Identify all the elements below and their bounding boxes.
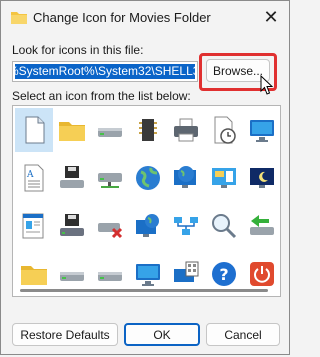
drive-icon xyxy=(60,272,84,281)
night-screen-icon xyxy=(250,168,274,188)
help-icon: ? xyxy=(212,262,236,286)
printer-icon xyxy=(174,118,198,142)
drive-error-icon xyxy=(98,223,123,239)
icon-option[interactable] xyxy=(53,204,91,248)
cancel-button[interactable]: Cancel xyxy=(206,323,280,346)
dialog-title: Change Icon for Movies Folder xyxy=(33,10,211,25)
svg-text:?: ? xyxy=(219,265,228,284)
text-document-icon: A xyxy=(24,164,44,192)
monitor-icon xyxy=(250,120,274,142)
control-panel-icon xyxy=(212,168,236,188)
folder-icon xyxy=(59,122,85,141)
icon-option[interactable] xyxy=(129,204,167,248)
icon-list-label: Select an icon from the list below: xyxy=(12,89,191,103)
restore-defaults-button[interactable]: Restore Defaults xyxy=(12,323,118,346)
change-icon-dialog: Change Icon for Movies Folder ✕ Look for… xyxy=(0,0,290,355)
icon-option[interactable] xyxy=(167,156,205,200)
file-path-input[interactable]: %SystemRoot%\System32\SHELL32.dll xyxy=(12,61,198,82)
close-icon: ✕ xyxy=(263,6,279,27)
search-icon xyxy=(212,214,237,239)
icon-option[interactable] xyxy=(91,156,129,200)
green-arrow-drive-icon xyxy=(250,215,274,235)
clock-document-icon xyxy=(214,116,236,144)
window-document-icon xyxy=(22,213,44,239)
chip-icon xyxy=(139,119,157,141)
icon-option[interactable] xyxy=(15,204,53,248)
icon-option[interactable] xyxy=(15,108,53,152)
network-globe-icon xyxy=(136,214,159,237)
globe-icon xyxy=(136,166,160,190)
floppy-drive-icon xyxy=(60,166,84,188)
shutdown-icon xyxy=(250,262,274,286)
icon-option[interactable] xyxy=(243,156,280,200)
svg-text:A: A xyxy=(26,170,34,180)
icon-option[interactable] xyxy=(167,108,205,152)
icon-option[interactable] xyxy=(205,108,243,152)
calculator-grid-icon xyxy=(174,261,199,282)
network-drive-icon xyxy=(98,173,122,188)
horizontal-scrollbar[interactable] xyxy=(14,287,279,295)
network-icon xyxy=(174,217,198,235)
drive-icon xyxy=(98,272,122,281)
icon-option[interactable] xyxy=(91,108,129,152)
drive-icon xyxy=(98,128,122,137)
folder-icon xyxy=(21,266,47,285)
scrollbar-thumb[interactable] xyxy=(20,289,268,292)
icon-option[interactable] xyxy=(243,204,280,248)
floppy-save-icon xyxy=(60,214,84,236)
folder-icon xyxy=(11,12,27,24)
mouse-pointer-icon xyxy=(260,75,274,95)
desktop-globe-icon xyxy=(174,166,196,188)
icon-option[interactable] xyxy=(205,204,243,248)
blank-document-icon xyxy=(25,116,45,144)
icon-option[interactable] xyxy=(53,108,91,152)
ok-button[interactable]: OK xyxy=(124,323,200,346)
icon-option[interactable] xyxy=(243,108,280,152)
title-bar: Change Icon for Movies Folder ✕ xyxy=(1,1,289,33)
monitor-icon xyxy=(136,264,160,286)
file-path-value: %SystemRoot%\System32\SHELL32.dll xyxy=(15,64,195,79)
icon-option[interactable] xyxy=(91,204,129,248)
icon-list[interactable]: A? xyxy=(12,105,281,297)
icon-option[interactable] xyxy=(167,204,205,248)
icon-option[interactable] xyxy=(53,156,91,200)
icon-option[interactable] xyxy=(205,156,243,200)
file-path-label: Look for icons in this file: xyxy=(12,43,144,57)
icon-option[interactable] xyxy=(129,108,167,152)
icon-option[interactable]: A xyxy=(15,156,53,200)
icon-option[interactable] xyxy=(129,156,167,200)
close-button[interactable]: ✕ xyxy=(257,3,285,31)
